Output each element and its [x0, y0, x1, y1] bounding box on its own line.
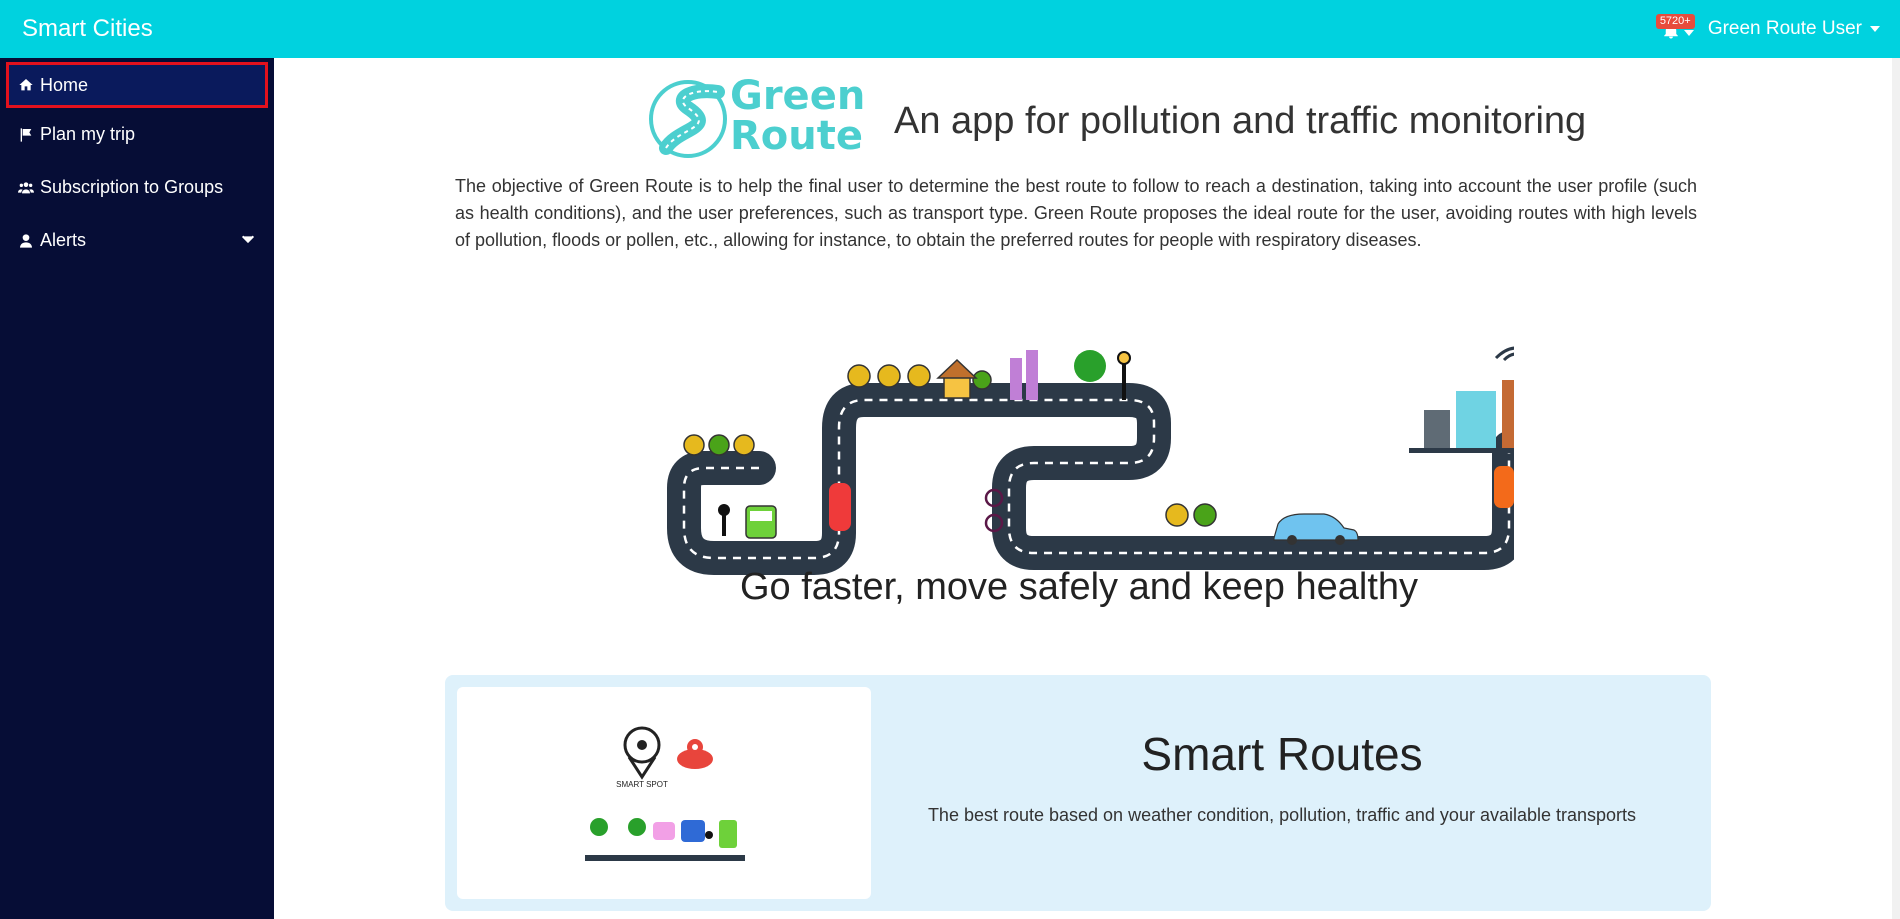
smart-routes-card[interactable]: SMART SPOT Smart Routes The best route b…: [445, 675, 1711, 911]
notifications-button[interactable]: 5720+: [1654, 14, 1695, 44]
sidebar-item-label: Alerts: [40, 230, 87, 250]
sidebar-item-subscription-to-groups[interactable]: Subscription to Groups: [0, 161, 274, 214]
chevron-down-icon[interactable]: [240, 231, 256, 247]
sidebar-item-alerts[interactable]: Alerts: [0, 214, 274, 267]
home-icon: [19, 79, 33, 91]
house-icon: [936, 358, 978, 399]
sidebar-item-label: Subscription to Groups: [40, 177, 224, 197]
logo-text: Green Route: [730, 76, 865, 156]
logo-word-green: Green: [730, 73, 866, 119]
bus-icon: [745, 505, 777, 539]
smart-spot-caption: SMART SPOT: [616, 780, 668, 789]
smart-spot-illustration: SMART SPOT: [457, 687, 871, 899]
notification-badge: 5720+: [1655, 14, 1695, 29]
red-car-icon: [829, 483, 851, 531]
sidebar-item-label: Plan my trip: [40, 124, 136, 144]
sidebar-item-home[interactable]: Home: [6, 62, 268, 108]
scrollbar[interactable]: [1892, 58, 1900, 919]
card-title: Smart Routes: [1141, 728, 1423, 780]
orange-car-icon: [1494, 466, 1514, 508]
app-title[interactable]: Smart Cities: [22, 15, 153, 43]
sidebar: Home Plan my trip Subscription to Groups…: [0, 58, 274, 919]
users-icon: [18, 181, 34, 193]
blue-car-icon: [1273, 513, 1359, 545]
road-illustration: [667, 346, 1514, 575]
logo-word-route: Route: [730, 113, 864, 159]
chevron-down-icon[interactable]: [1870, 26, 1880, 32]
sidebar-item-plan-my-trip[interactable]: Plan my trip: [0, 108, 274, 161]
tagline: Go faster, move safely and keep healthy: [739, 566, 1419, 608]
main-content: Green Route An app for pollution and tra…: [274, 58, 1900, 919]
page-headline: An app for pollution and traffic monitor…: [894, 100, 1587, 142]
top-bar: Smart Cities 5720+ Green Route User: [0, 0, 1900, 58]
user-menu[interactable]: Green Route User: [1708, 18, 1862, 40]
flag-icon: [20, 127, 32, 142]
chevron-down-icon: [1683, 30, 1694, 36]
sidebar-item-label: Home: [40, 74, 89, 95]
card-description: The best route based on weather conditio…: [927, 805, 1637, 825]
top-right-area: 5720+ Green Route User: [1654, 0, 1880, 58]
app-description: The objective of Green Route is to help …: [455, 176, 1697, 250]
smart-spot-image: SMART SPOT: [585, 726, 745, 861]
user-icon: [20, 233, 32, 248]
